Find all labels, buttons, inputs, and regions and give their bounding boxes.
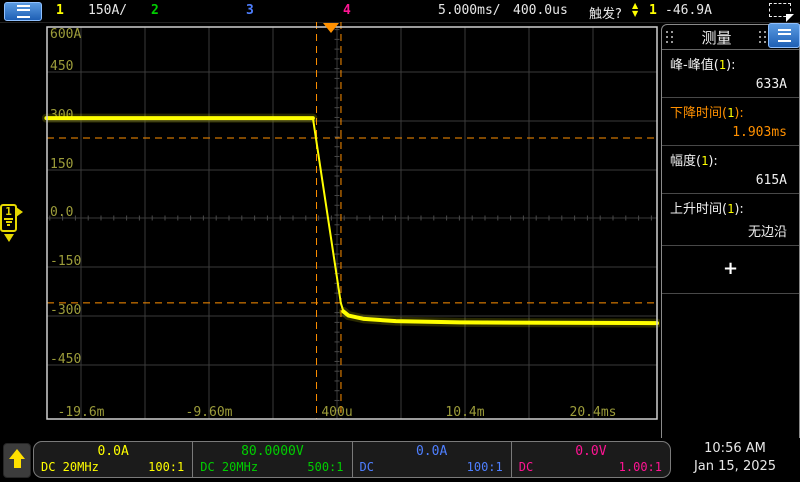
gridlines [47, 27, 657, 419]
svg-text:-9.60m: -9.60m [186, 405, 233, 420]
svg-text:400u: 400u [321, 405, 352, 420]
drag-handle-icon[interactable] [759, 31, 767, 43]
measurement-row-peak-to-peak[interactable]: 峰-峰值(1): 633A [662, 50, 799, 98]
measurement-panel: 测量 峰-峰值(1): 633A 下降时间(1): 1.903ms 幅度(1):… [661, 24, 800, 439]
scope-display-grid: 600A 450 300 150 0.0 -150 -300 -450 -19.… [0, 22, 660, 438]
measurement-row-amplitude[interactable]: 幅度(1): 615A [662, 146, 799, 194]
svg-text:20.4ms: 20.4ms [570, 405, 617, 420]
channel1-button[interactable]: 1 [56, 3, 64, 18]
svg-text:-150: -150 [50, 254, 81, 269]
svg-text:-450: -450 [50, 352, 81, 367]
channel1-ground-marker[interactable]: 1 [0, 204, 26, 246]
x-axis-labels: -19.6m -9.60m 400u 10.4m 20.4ms [58, 405, 617, 420]
time-display: 10:56 AM [672, 440, 798, 458]
drag-handle-icon[interactable] [666, 31, 674, 43]
trigger-level[interactable]: -46.9A [665, 3, 712, 18]
channel2-offset: 80.0000V [193, 444, 351, 459]
trigger-status: 触发? [589, 3, 622, 22]
channel2-button[interactable]: 2 [151, 3, 159, 18]
svg-text:450: 450 [50, 59, 73, 74]
ground-marker-channel-number: 1 [5, 205, 12, 218]
channel1-scale[interactable]: 150A/ [88, 3, 127, 18]
svg-text:10.4m: 10.4m [445, 405, 484, 420]
channel1-status-box[interactable]: 0.0A DC 20MHz 100:1 [34, 442, 192, 477]
trigger-source[interactable]: 1 [649, 3, 657, 18]
svg-text:600A: 600A [50, 27, 81, 42]
bottom-status-bar: 0.0A DC 20MHz 100:1 80.0000V DC 20MHz 500:… [0, 438, 800, 482]
selection-cursor-icon[interactable] [769, 3, 791, 17]
svg-text:-19.6m: -19.6m [58, 405, 105, 420]
ground-marker-arrow-icon [16, 207, 23, 217]
grid-border [47, 27, 657, 419]
measurement-menu-button[interactable] [768, 23, 800, 48]
main-menu-button[interactable] [4, 2, 42, 21]
channel1-offset: 0.0A [34, 444, 192, 459]
timebase-scale[interactable]: 5.000ms/ [438, 3, 501, 18]
hamburger-menu-icon [778, 29, 791, 42]
channel3-coupling: DC [360, 460, 374, 474]
expand-up-button[interactable] [3, 443, 31, 478]
channel3-status-box[interactable]: 0.0A DC 100:1 [352, 442, 511, 477]
channel3-button[interactable]: 3 [246, 3, 254, 18]
top-status-bar: 1 150A/ 2 3 4 5.000ms/ 400.0us 触发? ▲▼ 1 … [0, 0, 800, 23]
earth-ground-icon [2, 218, 15, 226]
channel4-coupling: DC [519, 460, 533, 474]
y-axis-labels: 600A 450 300 150 0.0 -150 -300 -450 [50, 27, 81, 367]
clock: 10:56 AM Jan 15, 2025 [672, 440, 798, 476]
measurement-value: 633A [670, 73, 791, 92]
center-axis-ticks [50, 30, 652, 411]
channel2-coupling: DC 20MHz [200, 460, 258, 474]
channel4-probe-ratio: 1.00:1 [619, 460, 662, 474]
svg-text:-300: -300 [50, 303, 81, 318]
measurement-row-rise-time[interactable]: 上升时间(1): 无边沿 [662, 194, 799, 246]
channel1-probe-ratio: 100:1 [148, 460, 184, 474]
measurement-row-fall-time[interactable]: 下降时间(1): 1.903ms [662, 98, 799, 146]
svg-text:150: 150 [50, 157, 73, 172]
svg-text:0.0: 0.0 [50, 205, 73, 220]
channel1-coupling: DC 20MHz [41, 460, 99, 474]
measurement-value: 无边沿 [670, 217, 791, 240]
measurement-panel-title: 测量 [678, 27, 755, 48]
up-arrow-icon [9, 449, 25, 459]
measurement-panel-header[interactable]: 测量 [662, 25, 799, 50]
channel3-offset: 0.0A [353, 444, 511, 459]
measurement-value: 615A [670, 169, 791, 188]
channel4-offset: 0.0V [512, 444, 670, 459]
measurement-value: 1.903ms [670, 121, 791, 140]
channel4-button[interactable]: 4 [343, 3, 351, 18]
ground-marker-down-arrow-icon [4, 234, 14, 242]
trigger-level-arrows-icon[interactable]: ▲▼ [632, 2, 638, 18]
channel3-probe-ratio: 100:1 [467, 460, 503, 474]
timebase-delay[interactable]: 400.0us [513, 3, 568, 18]
channel4-status-box[interactable]: 0.0V DC 1.00:1 [511, 442, 670, 477]
date-display: Jan 15, 2025 [672, 458, 798, 476]
hamburger-menu-icon [17, 5, 30, 18]
channel1-waveform [46, 118, 657, 323]
channel-status-group: 0.0A DC 20MHz 100:1 80.0000V DC 20MHz 500:… [33, 441, 671, 478]
channel2-probe-ratio: 500:1 [307, 460, 343, 474]
channel2-status-box[interactable]: 80.0000V DC 20MHz 500:1 [192, 442, 351, 477]
add-measurement-button[interactable]: + [662, 246, 799, 294]
